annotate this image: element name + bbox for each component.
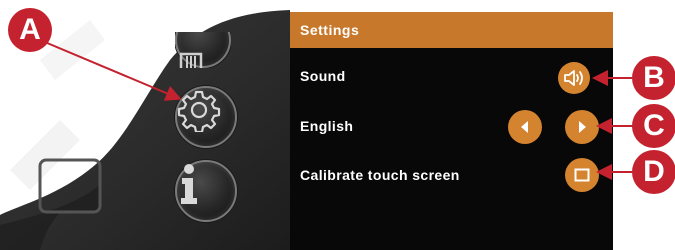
triangle-left-icon [521,121,528,133]
info-icon [181,164,197,204]
settings-header: Settings [290,12,613,48]
settings-title: Settings [300,22,360,38]
language-label: English [300,118,354,134]
square-icon [574,168,590,182]
sound-label: Sound [300,68,346,84]
gear-icon [177,90,221,132]
settings-screen: Settings Sound English Calibrate touch s… [290,12,613,250]
callout-b: B [632,56,675,100]
callout-d: D [632,150,675,194]
settings-button[interactable] [175,86,237,148]
callout-c: C [632,104,675,148]
triangle-right-icon [579,121,586,133]
calibrate-label: Calibrate touch screen [300,167,460,183]
callout-a: A [8,8,52,52]
info-button[interactable] [175,160,237,222]
language-prev-button[interactable] [508,110,542,144]
calibrate-button[interactable] [565,158,599,192]
sound-button[interactable] [558,62,590,94]
speaker-icon [564,70,583,86]
language-next-button[interactable] [565,110,599,144]
